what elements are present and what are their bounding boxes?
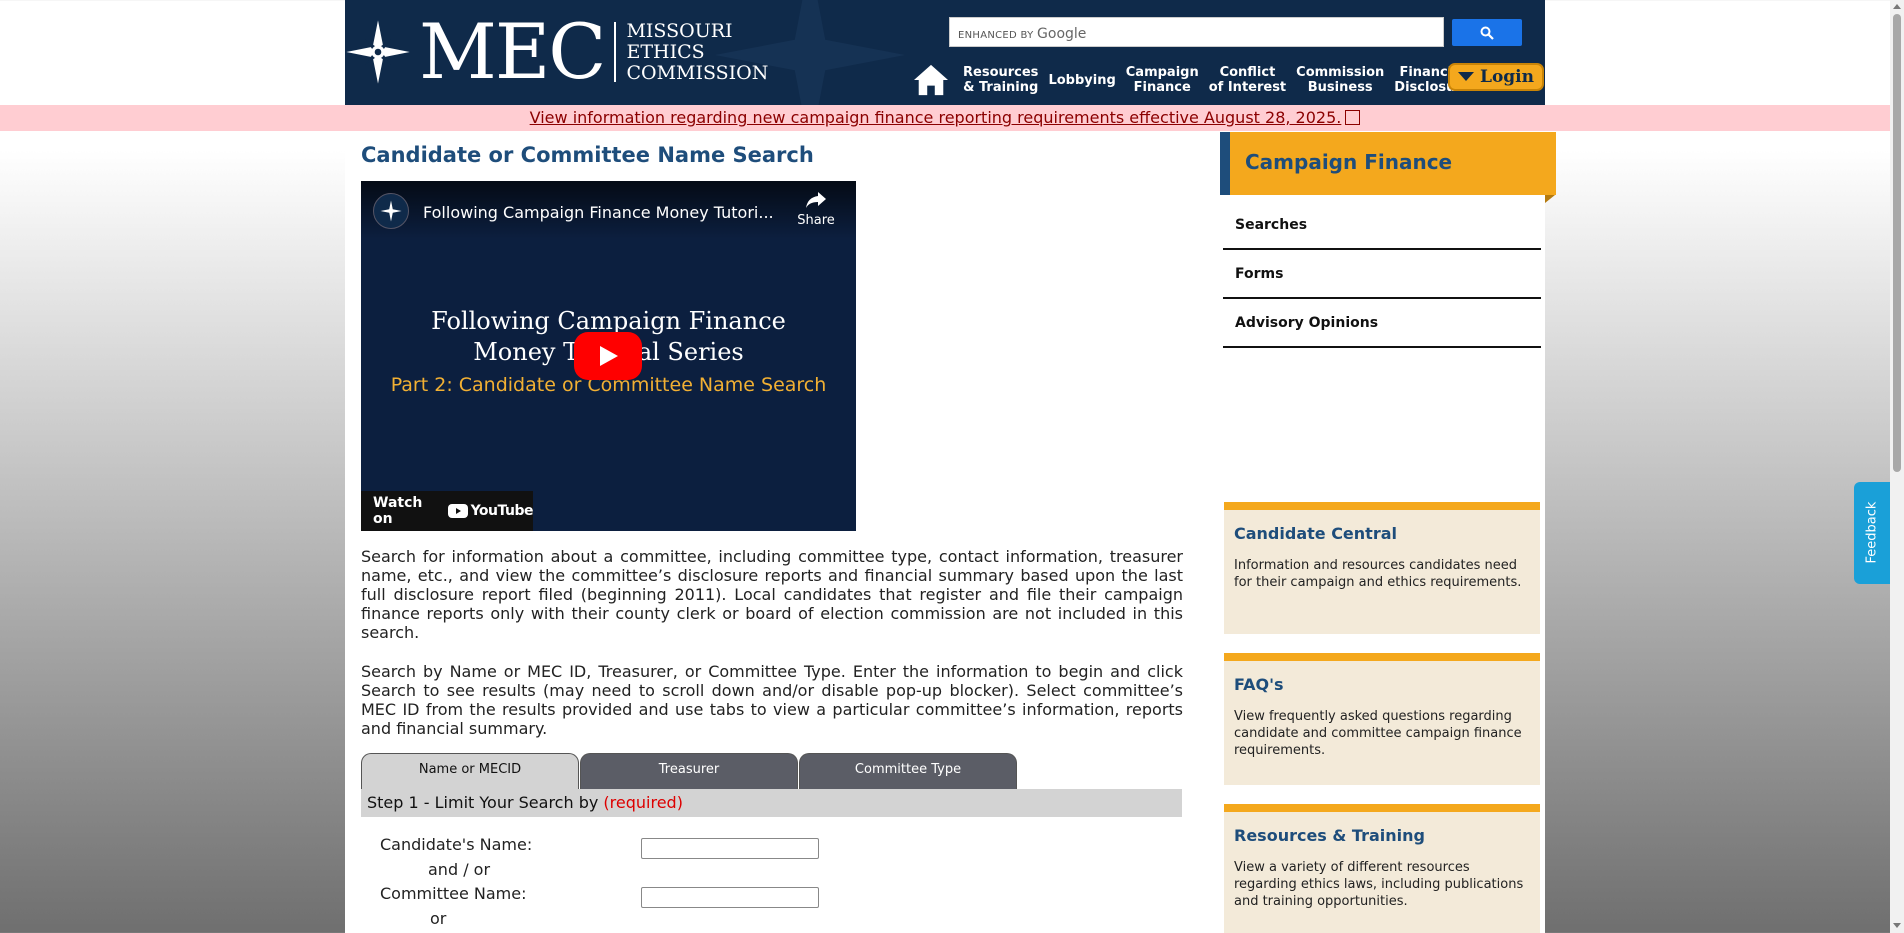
sidebar-header: Campaign Finance: [1220, 132, 1556, 195]
search-brand-name: Google: [1037, 26, 1087, 42]
logo-sub-line: COMMISSION: [626, 61, 769, 84]
nav-label: of Interest: [1208, 80, 1287, 95]
video-embed[interactable]: Following Campaign Finance Money Tutori.…: [361, 181, 856, 531]
promo-title[interactable]: FAQ's: [1234, 675, 1530, 694]
search-brand: ENHANCED BY Google: [958, 26, 1086, 42]
promo-text: Information and resources candidates nee…: [1234, 558, 1522, 590]
logo-sub-line: MISSOURI: [626, 19, 733, 42]
nav-label: Campaign: [1125, 65, 1199, 80]
committee-name-label: Committee Name:: [380, 884, 527, 903]
instructions-paragraph: Search by Name or MEC ID, Treasurer, or …: [361, 662, 1183, 738]
required-label: (required): [603, 793, 683, 812]
scrollbar-thumb[interactable]: [1893, 14, 1901, 472]
external-link-icon: [1345, 110, 1361, 125]
scroll-up-arrow[interactable]: [1893, 4, 1901, 9]
main-nav: Resources & Training Lobbying Campaign Fin…: [912, 60, 1476, 100]
sidebar-header-fold: [1545, 195, 1555, 203]
video-title[interactable]: Following Campaign Finance Money Tutori.…: [423, 203, 774, 222]
video-slide-line: Following Campaign Finance: [431, 307, 786, 335]
search-tabs: Name or MECID Treasurer Committee Type: [361, 753, 1018, 789]
site-header: MEC MISSOURI ETHICS COMMISSION ENHANCED …: [345, 0, 1545, 105]
nav-label: Resources: [963, 65, 1039, 80]
promo-resources-training: Resources & Training View a variety of d…: [1224, 804, 1540, 933]
and-or-label: and / or: [428, 860, 491, 879]
youtube-icon: YouTube: [447, 503, 534, 519]
committee-name-input[interactable]: [641, 887, 819, 908]
nav-item-lobbying[interactable]: Lobbying: [1048, 73, 1115, 88]
feedback-tab[interactable]: Feedback: [1854, 482, 1890, 584]
promo-candidate-central: Candidate Central Information and resour…: [1224, 502, 1540, 634]
youtube-play-icon: [447, 504, 468, 518]
sidebar-item-forms[interactable]: Forms: [1223, 250, 1541, 299]
promo-title[interactable]: Resources & Training: [1234, 826, 1530, 845]
page-title: Candidate or Committee Name Search: [361, 143, 814, 167]
nav-item-conflict[interactable]: Conflict of Interest: [1209, 65, 1286, 95]
step-bar: Step 1 - Limit Your Search by (required): [361, 789, 1182, 817]
logo-subtitle: MISSOURI ETHICS COMMISSION: [626, 19, 769, 84]
logo-sub-line: ETHICS: [626, 40, 705, 63]
tab-treasurer[interactable]: Treasurer: [580, 753, 798, 789]
login-button[interactable]: Login: [1448, 63, 1544, 91]
share-button[interactable]: Share: [791, 191, 841, 228]
or-label: or: [430, 909, 447, 928]
youtube-label: YouTube: [470, 503, 534, 519]
nav-label: Conflict: [1219, 65, 1276, 80]
caret-down-icon: [1458, 72, 1474, 81]
share-icon: [806, 192, 826, 208]
promo-text: View frequently asked questions regardin…: [1234, 709, 1522, 758]
nav-item-campaign-finance[interactable]: Campaign Finance: [1126, 65, 1199, 95]
login-label: Login: [1480, 67, 1534, 87]
search-icon: [1480, 26, 1494, 40]
scrollbar[interactable]: [1890, 0, 1904, 933]
sidebar-item-advisory-opinions[interactable]: Advisory Opinions: [1223, 299, 1541, 348]
search-brand-prefix: ENHANCED BY: [958, 30, 1034, 41]
watch-on-youtube-button[interactable]: Watch on YouTube: [361, 491, 534, 531]
nav-label: Commission: [1296, 65, 1385, 80]
tab-committee-type[interactable]: Committee Type: [799, 753, 1017, 789]
play-icon: [600, 346, 618, 366]
compass-logo-icon: [380, 200, 402, 222]
play-button[interactable]: [574, 332, 642, 380]
mec-logo[interactable]: MEC MISSOURI ETHICS COMMISSION: [345, 7, 769, 96]
logo-text: MEC: [419, 7, 606, 96]
search-input[interactable]: ENHANCED BY Google: [949, 17, 1444, 47]
intro-paragraph: Search for information about a committee…: [361, 547, 1183, 642]
candidate-name-label: Candidate's Name:: [380, 835, 533, 854]
nav-label: Finance: [1133, 80, 1191, 95]
scroll-down-arrow[interactable]: [1893, 923, 1901, 928]
sidebar-header-title: Campaign Finance: [1245, 150, 1453, 174]
logo-divider: [614, 22, 617, 82]
alert-link-text: View information regarding new campaign …: [529, 108, 1342, 127]
compass-logo-icon: [346, 20, 410, 84]
promo-text: View a variety of different resources re…: [1234, 860, 1524, 909]
step-label: Step 1 - Limit Your Search by: [367, 793, 599, 812]
sidebar-item-searches[interactable]: Searches: [1223, 201, 1541, 250]
share-label: Share: [797, 213, 835, 228]
nav-label: & Training: [963, 80, 1039, 95]
nav-label: Lobbying: [1048, 72, 1116, 88]
nav-label: Business: [1307, 80, 1373, 95]
promo-title[interactable]: Candidate Central: [1234, 524, 1530, 543]
promo-faqs: FAQ's View frequently asked questions re…: [1224, 653, 1540, 785]
feedback-label: Feedback: [1864, 501, 1880, 564]
watch-on-label: Watch on: [373, 495, 423, 527]
home-icon[interactable]: [912, 63, 950, 97]
candidate-name-input[interactable]: [641, 838, 819, 859]
alert-link[interactable]: View information regarding new campaign …: [530, 108, 1361, 127]
nav-item-resources[interactable]: Resources & Training: [963, 65, 1038, 95]
channel-avatar[interactable]: [373, 193, 409, 229]
alert-banner: View information regarding new campaign …: [0, 105, 1890, 131]
search-button[interactable]: [1452, 19, 1522, 46]
tab-name-or-mecid[interactable]: Name or MECID: [361, 753, 579, 789]
nav-item-commission[interactable]: Commission Business: [1296, 65, 1384, 95]
